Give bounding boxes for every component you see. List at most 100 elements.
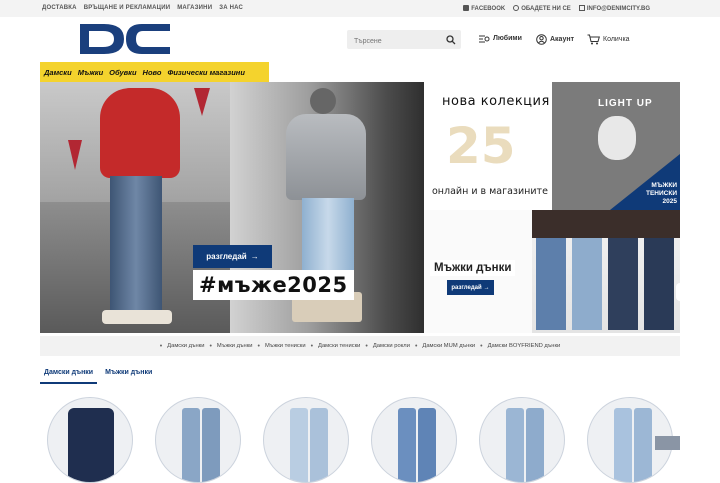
cart-icon [587, 34, 600, 45]
phone-icon [513, 5, 520, 11]
promo-mens-browse-label: разгледай [451, 284, 482, 291]
user-icon [536, 34, 547, 45]
facebook-label: FACEBOOK [471, 6, 506, 12]
link-stores[interactable]: МАГАЗИНИ [177, 5, 212, 11]
link-returns[interactable]: ВРЪЩАНЕ И РЕКЛАМАЦИИ [84, 5, 171, 11]
bullet: • [414, 342, 418, 350]
favorites-icon [479, 35, 490, 43]
hero-browse-label: разгледай [206, 252, 247, 261]
promo-new-collection[interactable]: нова колекция 25 онлайн и в магазините L… [424, 82, 680, 210]
product-card[interactable] [479, 397, 565, 483]
main-nav: Дамски Мъжки Обувки Ново Физически магаз… [40, 62, 269, 82]
favorites-link[interactable]: Любими [478, 34, 522, 43]
category-link[interactable]: Мъжки тениски [265, 343, 306, 349]
product-image [202, 408, 220, 482]
category-link[interactable]: Дамски дънки [167, 343, 204, 349]
top-links: ДОСТАВКА ВРЪЩАНЕ И РЕКЛАМАЦИИ МАГАЗИНИ З… [42, 5, 243, 11]
facebook-link[interactable]: FACEBOOK [463, 5, 505, 12]
email-label: INFO@DENIMCITY.BG [586, 6, 650, 12]
model-jeans [110, 176, 162, 316]
promo-mens-jeans[interactable]: Мъжки дънки разгледай → [424, 210, 680, 333]
product-image [182, 408, 200, 482]
promo-title: нова колекция [442, 94, 550, 109]
product-image [614, 408, 632, 482]
product-card[interactable] [263, 397, 349, 483]
tshirt-image: LIGHT UP МЪЖКИ ТЕНИСКИ 2025 [552, 82, 680, 210]
top-contacts: FACEBOOK ОБАДЕТЕ НИ СЕ INFO@DENIMCITY.BG [463, 5, 650, 12]
model-jeans-b [572, 230, 602, 330]
promo-mens-browse-button[interactable]: разгледай → [447, 280, 494, 295]
product-image [506, 408, 524, 482]
product-card[interactable] [47, 397, 133, 483]
model-jeans-d [644, 230, 674, 330]
search-box [347, 30, 461, 51]
cart-link[interactable]: Количка [587, 34, 630, 45]
search-icon[interactable] [446, 35, 456, 45]
arrow-right-icon: → [250, 252, 259, 261]
model-cap [310, 88, 336, 114]
product-image [398, 408, 416, 482]
link-delivery[interactable]: ДОСТАВКА [42, 5, 77, 11]
corner-line: ТЕНИСКИ [645, 190, 677, 197]
product-card[interactable] [155, 397, 241, 483]
product-image [418, 408, 436, 482]
account-label: Акаунт [550, 36, 575, 43]
tab-womens-jeans[interactable]: Дамски дънки [40, 367, 98, 384]
category-links: • Дамски дънки • Мъжки дънки • Мъжки тениск… [40, 336, 680, 356]
header: Любими Акаунт Количка [0, 17, 720, 62]
model-jeans-c [608, 230, 638, 330]
tab-mens-jeans[interactable]: Мъжки дънки [101, 367, 156, 384]
bullet: • [310, 342, 314, 350]
slider-next-arrow[interactable] [676, 283, 684, 301]
arrow-right-icon: → [483, 284, 490, 291]
facebook-icon [463, 5, 470, 11]
product-card[interactable] [371, 397, 457, 483]
corner-line: 2025 [662, 198, 677, 205]
product-image [68, 408, 114, 482]
product-image [290, 408, 308, 482]
email-link[interactable]: INFO@DENIMCITY.BG [578, 5, 650, 12]
nav-new[interactable]: Ново [143, 68, 162, 77]
favorites-label: Любими [493, 35, 522, 42]
product-image [310, 408, 328, 482]
tshirt-print: LIGHT UP [598, 98, 653, 109]
account-link[interactable]: Акаунт [536, 34, 574, 45]
link-about[interactable]: ЗА НАС [219, 5, 243, 11]
promo-corner-text: МЪЖКИ ТЕНИСКИ 2025 [646, 182, 677, 206]
denimcity-logo[interactable] [80, 24, 170, 54]
cart-label: Количка [603, 36, 630, 43]
nav-men[interactable]: Мъжки [78, 68, 103, 77]
product-tabs: Дамски дънки Мъжки дънки [40, 367, 156, 384]
category-link[interactable]: Дамски тениски [318, 343, 360, 349]
promo-mens-label: Мъжки дънки [430, 260, 516, 276]
bullet: • [480, 342, 483, 350]
product-image [526, 408, 544, 482]
hero-browse-button[interactable]: разгледай → [193, 245, 272, 268]
promo-subtitle: онлайн и в магазините [432, 186, 548, 197]
bullet: • [365, 342, 368, 350]
nav-women[interactable]: Дамски [44, 68, 72, 77]
product-image [634, 408, 652, 482]
bullet: • [159, 342, 163, 350]
category-link[interactable]: Дамски MUM дънки [422, 343, 475, 349]
model-shirts [532, 210, 680, 238]
promo-number: 25 [446, 117, 516, 175]
bullet: • [209, 342, 212, 350]
model-red-hoodie [100, 88, 180, 178]
nav-stores[interactable]: Физически магазини [167, 68, 244, 77]
scroll-top-button[interactable] [655, 436, 680, 450]
category-link[interactable]: Дамски рокли [373, 343, 410, 349]
search-input[interactable] [347, 32, 442, 51]
corner-line: МЪЖКИ [651, 182, 677, 189]
model-shoes [102, 310, 172, 324]
model-jeans-a [536, 230, 566, 330]
mail-icon [578, 5, 585, 11]
call-link[interactable]: ОБАДЕТЕ НИ СЕ [513, 5, 571, 12]
hero-banner[interactable]: #мъже2025 [40, 82, 424, 333]
nav-shoes[interactable]: Обувки [109, 68, 136, 77]
top-bar: ДОСТАВКА ВРЪЩАНЕ И РЕКЛАМАЦИИ МАГАЗИНИ З… [0, 0, 720, 17]
category-link[interactable]: Дамски BOYFRIEND дънки [488, 343, 561, 349]
category-link[interactable]: Мъжки дънки [217, 343, 253, 349]
call-label: ОБАДЕТЕ НИ СЕ [521, 6, 571, 12]
bullet: • [257, 342, 260, 350]
